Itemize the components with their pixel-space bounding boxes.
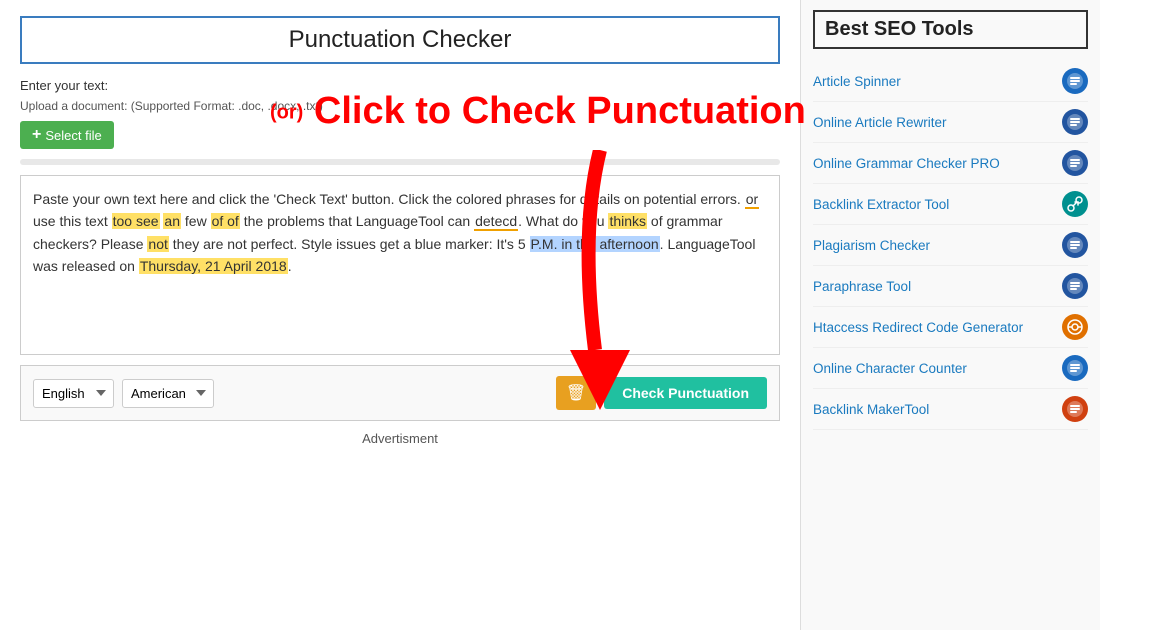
sidebar-link-2[interactable]: Online Grammar Checker PRO [813,156,1062,171]
check-punctuation-button[interactable]: Check Punctuation [604,377,767,409]
advertisment-label: Advertisment [20,431,780,446]
sidebar-item: Paraphrase Tool [813,266,1088,307]
sidebar-icon-8 [1062,396,1088,422]
sidebar-item: Backlink MakerTool [813,389,1088,430]
bottom-bar: English Spanish French German American B… [20,365,780,421]
highlight-pm: P.M. in the afternoon [530,236,660,252]
sidebar-icon-7 [1062,355,1088,381]
sidebar-icon-4 [1062,232,1088,258]
sidebar: Best SEO Tools Article Spinner Online Art… [800,0,1100,630]
main-content: Punctuation Checker (or) Click to Check … [0,0,800,630]
sidebar-item: Backlink Extractor Tool [813,184,1088,225]
language-select[interactable]: English Spanish French German [33,379,114,408]
sidebar-icon-2 [1062,150,1088,176]
sidebar-item: Online Grammar Checker PRO [813,143,1088,184]
sidebar-item: Article Spinner [813,61,1088,102]
select-file-button[interactable]: + Select file [20,121,114,149]
enter-text-label: Enter your text: [20,78,780,93]
sidebar-icon-0 [1062,68,1088,94]
sidebar-link-0[interactable]: Article Spinner [813,74,1062,89]
sidebar-icon-5 [1062,273,1088,299]
page-wrapper: Punctuation Checker (or) Click to Check … [0,0,1156,630]
sidebar-link-4[interactable]: Plagiarism Checker [813,238,1062,253]
highlight-or: or [745,191,759,209]
sidebar-link-1[interactable]: Online Article Rewriter [813,115,1062,130]
progress-bar [20,159,780,165]
trash-button[interactable]: 🗑 [556,376,596,410]
sidebar-link-6[interactable]: Htaccess Redirect Code Generator [813,320,1062,335]
highlight-not: not [147,236,168,252]
sidebar-title: Best SEO Tools [825,18,1076,41]
page-title: Punctuation Checker [32,26,768,54]
sidebar-item: Htaccess Redirect Code Generator [813,307,1088,348]
sidebar-icon-1 [1062,109,1088,135]
sidebar-link-8[interactable]: Backlink MakerTool [813,402,1062,417]
sidebar-title-box: Best SEO Tools [813,10,1088,49]
highlight-date: Thursday, 21 April 2018 [139,258,288,274]
sidebar-icon-3 [1062,191,1088,217]
sidebar-items-container: Article Spinner Online Article Rewriter On… [813,61,1088,430]
select-file-label: Select file [45,128,101,143]
sidebar-item: Online Article Rewriter [813,102,1088,143]
highlight-too-see: too see [112,213,160,229]
sidebar-link-7[interactable]: Online Character Counter [813,361,1062,376]
dialect-select[interactable]: American British Australian [122,379,214,408]
sidebar-item: Online Character Counter [813,348,1088,389]
sidebar-item: Plagiarism Checker [813,225,1088,266]
highlight-thinks: thinks [608,213,647,229]
highlight-an: an [163,213,181,229]
sidebar-icon-6 [1062,314,1088,340]
upload-row: Upload a document: (Supported Format: .d… [20,99,780,113]
highlight-detecd: detecd [474,213,518,231]
plus-icon: + [32,126,41,144]
text-area-box[interactable]: Paste your own text here and click the '… [20,175,780,355]
upload-label: Upload a document: (Supported Format: .d… [20,99,323,113]
trash-icon: 🗑 [566,385,586,402]
title-box: Punctuation Checker [20,16,780,64]
sidebar-link-5[interactable]: Paraphrase Tool [813,279,1062,294]
highlight-of-of: of of [211,213,240,229]
sidebar-link-3[interactable]: Backlink Extractor Tool [813,197,1062,212]
